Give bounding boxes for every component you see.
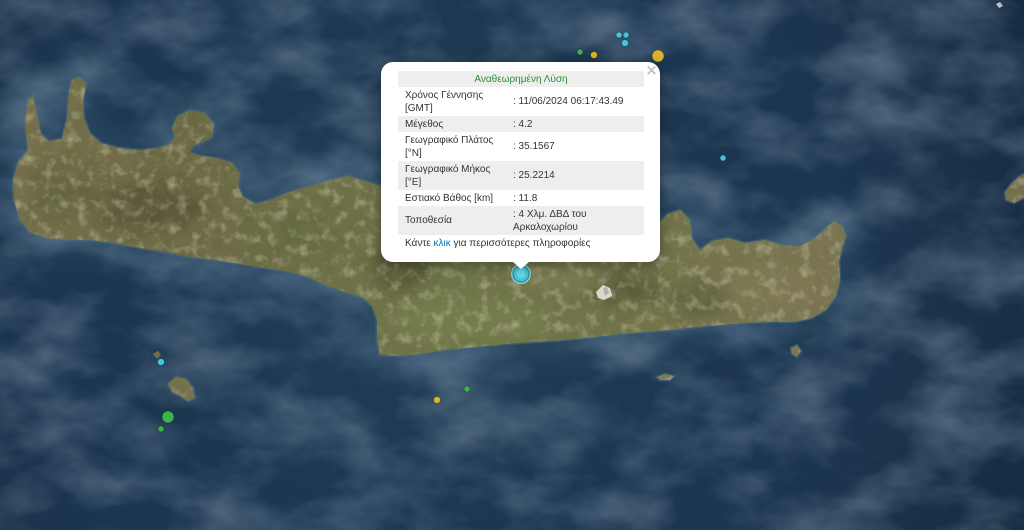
popup-title-row: Αναθεωρημένη Λύση: [398, 71, 644, 87]
earthquake-marker[interactable]: [433, 396, 441, 404]
magnitude-row: Μέγεθος : 4.2: [398, 116, 644, 132]
earthquake-marker[interactable]: [621, 39, 629, 47]
earthquake-marker[interactable]: [157, 358, 165, 366]
earthquake-marker[interactable]: [719, 154, 727, 162]
latitude-row: Γεωγραφικό Πλάτος [°N] : 35.1567: [398, 132, 644, 161]
location-value: : 4 Χλμ. ΔΒΔ του Αρκαλοχωρίου: [511, 206, 644, 235]
depth-row: Εστιακό Βάθος [km] : 11.8: [398, 190, 644, 206]
origin-time-value: : 11/06/2024 06:17:43.49: [513, 96, 624, 107]
more-info-suffix: για περισσότερες πληροφορίες: [450, 238, 591, 249]
magnitude-value: : 4.2: [511, 116, 644, 132]
longitude-label: Γεωγραφικό Μήκος [°E]: [398, 161, 511, 190]
more-info-prefix: Κάντε: [405, 238, 434, 249]
latitude-value: : 35.1567: [513, 141, 555, 152]
more-info-link[interactable]: κλικ: [434, 238, 451, 249]
earthquake-marker[interactable]: [615, 31, 623, 39]
selected-marker-core: [516, 269, 526, 279]
close-popup-button[interactable]: ×: [643, 62, 660, 79]
earthquake-marker[interactable]: [576, 48, 584, 56]
longitude-value: : 25.2214: [511, 161, 644, 190]
depth-value: : 11.8: [513, 192, 538, 204]
earthquake-details-table: Αναθεωρημένη Λύση Χρόνος Γέννησης [GMT] …: [398, 71, 644, 235]
longitude-row: Γεωγραφικό Μήκος [°E] : 25.2214: [398, 161, 644, 190]
earthquake-marker[interactable]: [463, 385, 471, 393]
popup-title: Αναθεωρημένη Λύση: [398, 71, 644, 87]
earthquake-marker[interactable]: [157, 425, 165, 433]
earthquake-marker[interactable]: [161, 410, 175, 424]
origin-time-label: Χρόνος Γέννησης [GMT]: [405, 89, 484, 114]
magnitude-label: Μέγεθος: [398, 116, 511, 132]
popup-tip: [512, 261, 530, 269]
map-container[interactable]: × Αναθεωρημένη Λύση Χρόνος Γέννησης [GMT…: [0, 0, 1024, 530]
more-info-text: Κάντε κλικ για περισσότερες πληροφορίες: [398, 237, 644, 250]
location-label: Τοποθεσία: [398, 206, 511, 235]
location-row: Τοποθεσία : 4 Χλμ. ΔΒΔ του Αρκαλοχωρίου: [398, 206, 644, 235]
earthquake-info-popup: × Αναθεωρημένη Λύση Χρόνος Γέννησης [GMT…: [381, 62, 660, 262]
origin-time-row: Χρόνος Γέννησης [GMT] : 11/06/2024 06:17…: [398, 87, 644, 116]
latitude-label: Γεωγραφικό Πλάτος [°N]: [405, 134, 494, 159]
earthquake-marker[interactable]: [590, 51, 598, 59]
depth-label: Εστιακό Βάθος [km]: [405, 192, 494, 204]
earthquake-marker[interactable]: [622, 31, 630, 39]
